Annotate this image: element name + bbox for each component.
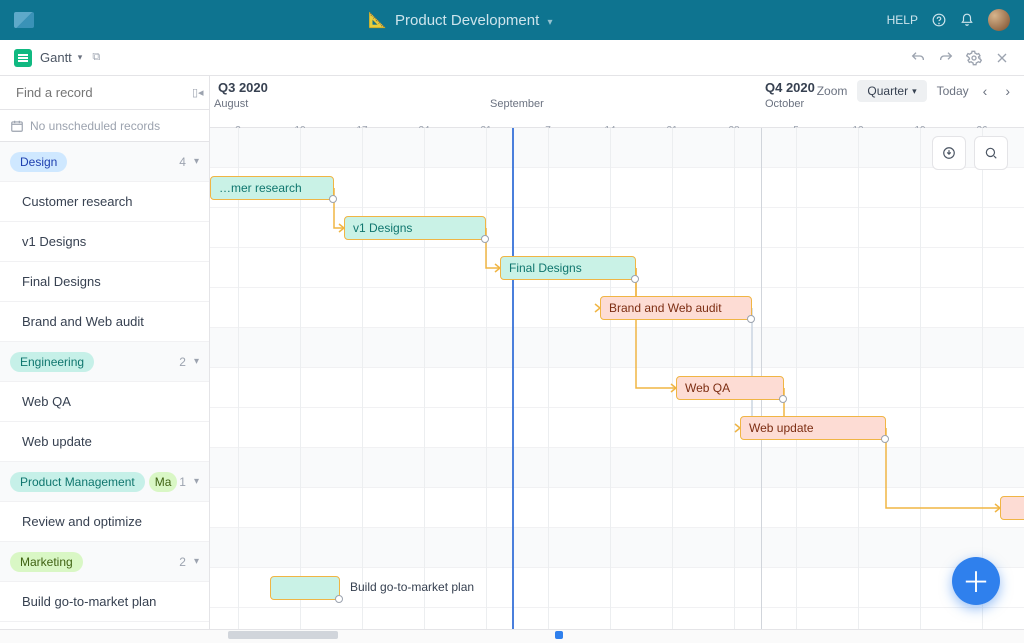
gantt-bar[interactable]: Final Designs	[500, 256, 636, 280]
month-label: September	[490, 98, 544, 110]
chevron-down-icon[interactable]: ▾	[194, 356, 199, 367]
task-row[interactable]: Brand and Web audit	[0, 302, 209, 342]
base-title-text: Product Development	[395, 12, 539, 29]
group-count: 2	[179, 555, 186, 569]
search-input[interactable]	[16, 85, 192, 100]
main-area: ▯◂ No unscheduled records Design 4 ▾ Custom…	[0, 76, 1024, 629]
resize-handle-icon[interactable]	[631, 275, 639, 283]
resize-handle-icon[interactable]	[779, 395, 787, 403]
group-count: 4	[179, 155, 186, 169]
view-name[interactable]: Gantt	[40, 50, 72, 65]
task-row[interactable]: Customer research	[0, 182, 209, 222]
bar-external-label: Build go-to-market plan	[350, 580, 474, 594]
chevron-down-icon: ▾	[547, 17, 552, 28]
quarter-right-label: Q4 2020	[765, 80, 815, 95]
group-count: 2	[179, 355, 186, 369]
task-row[interactable]: Final Designs	[0, 262, 209, 302]
calendar-icon	[10, 119, 24, 133]
help-icon[interactable]	[932, 13, 946, 27]
download-icon[interactable]	[932, 136, 966, 170]
group-pill-extra: Ma	[149, 472, 178, 492]
close-icon[interactable]	[994, 50, 1010, 66]
gantt-icon	[14, 49, 32, 67]
timeline[interactable]: Q3 2020 Q4 2020 Zoom Quarter▾ Today ‹ › …	[210, 76, 1024, 629]
gantt-bar[interactable]: v1 Designs	[344, 216, 486, 240]
base-icon: 📐	[368, 12, 387, 29]
gantt-bar[interactable]: Brand and Web audit	[600, 296, 752, 320]
zoom-unit-select[interactable]: Quarter▾	[857, 80, 926, 102]
group-pill: Marketing	[10, 552, 83, 572]
resize-handle-icon[interactable]	[335, 595, 343, 603]
chevron-down-icon[interactable]: ▾	[78, 52, 83, 63]
base-title[interactable]: 📐 Product Development ▾	[34, 11, 887, 29]
resize-handle-icon[interactable]	[881, 435, 889, 443]
resize-handle-icon[interactable]	[481, 235, 489, 243]
timeline-header: Q3 2020 Q4 2020 Zoom Quarter▾ Today ‹ › …	[210, 76, 1024, 128]
gantt-bar[interactable]: Web QA	[676, 376, 784, 400]
gantt-bar[interactable]	[270, 576, 340, 600]
group-pill: Product Management	[10, 472, 145, 492]
help-link[interactable]: HELP	[887, 13, 918, 27]
add-record-button[interactable]: ＋	[952, 557, 1000, 605]
group-row[interactable]: Product ManagementMa1 ▾	[0, 462, 209, 502]
gantt-bar[interactable]	[1000, 496, 1024, 520]
gantt-bar[interactable]: …mer research	[210, 176, 334, 200]
task-row[interactable]: Build go-to-market plan	[0, 582, 209, 622]
task-row[interactable]: Web update	[0, 422, 209, 462]
group-row[interactable]: Marketing 2 ▾	[0, 542, 209, 582]
group-row[interactable]: Engineering 2 ▾	[0, 342, 209, 382]
app-logo-icon[interactable]	[14, 12, 34, 28]
resize-handle-icon[interactable]	[329, 195, 337, 203]
prev-icon[interactable]: ‹	[979, 83, 992, 99]
timeline-body[interactable]: …mer research v1 Designs Final Designs Bran…	[210, 128, 1024, 629]
task-row[interactable]: Web QA	[0, 382, 209, 422]
bottom-bar	[0, 629, 1024, 643]
group-pill: Engineering	[10, 352, 94, 372]
redo-icon[interactable]	[938, 50, 954, 66]
gantt-bar[interactable]: Web update	[740, 416, 886, 440]
zoom-label: Zoom	[817, 84, 848, 98]
task-row[interactable]: Review and optimize	[0, 502, 209, 542]
month-label: August	[214, 98, 248, 110]
user-avatar[interactable]	[988, 9, 1010, 31]
today-button[interactable]: Today	[937, 84, 969, 98]
open-external-icon[interactable]: ⧉	[92, 51, 100, 64]
unscheduled-text: No unscheduled records	[30, 119, 160, 133]
group-count: 1	[179, 475, 186, 489]
group-pill: Design	[10, 152, 67, 172]
month-label: October	[765, 98, 804, 110]
chevron-down-icon[interactable]: ▾	[194, 156, 199, 167]
chevron-down-icon[interactable]: ▾	[194, 556, 199, 567]
chevron-down-icon[interactable]: ▾	[194, 476, 199, 487]
quarter-left-label: Q3 2020	[218, 80, 268, 95]
task-row[interactable]: Marketing campaign 1	[0, 622, 209, 629]
top-nav: 📐 Product Development ▾ HELP	[0, 0, 1024, 40]
undo-icon[interactable]	[910, 50, 926, 66]
view-bar: Gantt ▾ ⧉	[0, 40, 1024, 76]
collapse-sidebar-icon[interactable]: ▯◂	[192, 86, 204, 99]
today-marker-icon	[555, 631, 563, 639]
record-sidebar: ▯◂ No unscheduled records Design 4 ▾ Custom…	[0, 76, 210, 629]
task-row[interactable]: v1 Designs	[0, 222, 209, 262]
bell-icon[interactable]	[960, 13, 974, 27]
resize-handle-icon[interactable]	[747, 315, 755, 323]
summary-bar	[228, 631, 338, 639]
next-icon[interactable]: ›	[1001, 83, 1014, 99]
gear-icon[interactable]	[966, 50, 982, 66]
search-timeline-icon[interactable]	[974, 136, 1008, 170]
group-row[interactable]: Design 4 ▾	[0, 142, 209, 182]
